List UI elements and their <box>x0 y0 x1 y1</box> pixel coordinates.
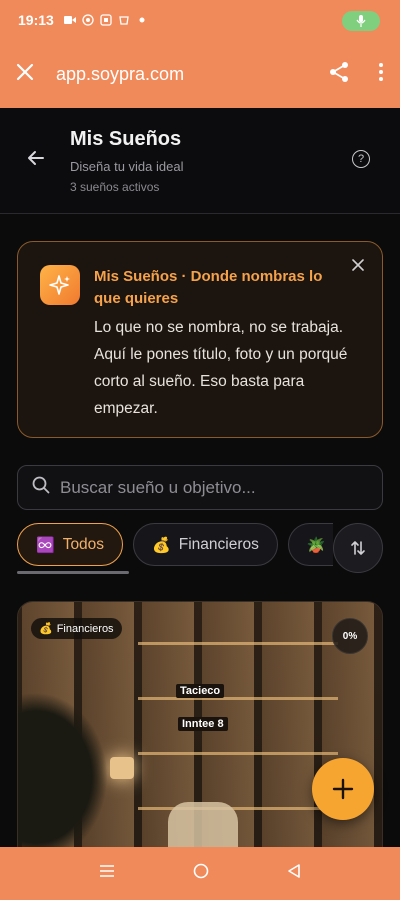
filter-chip-todos[interactable]: ♾️ Todos <box>17 523 124 566</box>
mic-icon <box>356 15 366 27</box>
sort-icon <box>351 541 365 555</box>
filter-chips: ♾️ Todos 💰 Financieros 🪴 <box>17 523 333 569</box>
sim-icon <box>100 14 112 26</box>
chip-label: Todos <box>62 535 105 553</box>
home-icon[interactable] <box>193 863 209 884</box>
sort-button[interactable] <box>333 523 383 573</box>
header-titles: Mis Sueños Diseña tu vida ideal 3 sueños… <box>70 128 183 194</box>
category-label: Financieros <box>56 622 114 635</box>
close-icon[interactable] <box>16 63 34 86</box>
info-card: Mis Sueños · Donde nombras lo que quiere… <box>17 241 383 438</box>
back-arrow-icon[interactable] <box>26 148 46 173</box>
status-bar: 19:13 <box>0 0 400 40</box>
image-sign: Inntee 8 <box>178 717 228 731</box>
url-text[interactable]: app.soypra.com <box>56 64 184 85</box>
system-nav-bar <box>0 847 400 900</box>
chip-label: Financieros <box>178 535 259 553</box>
progress-value: 0% <box>342 630 358 642</box>
money-bag-icon: 💰 <box>152 536 171 554</box>
sparkle-icon <box>40 265 80 305</box>
money-bag-icon: 💰 <box>39 623 53 635</box>
search-box[interactable] <box>17 465 383 510</box>
search-icon <box>32 476 50 499</box>
help-icon[interactable]: ? <box>352 150 370 168</box>
shopping-icon <box>118 14 130 26</box>
dot-icon <box>136 14 148 26</box>
filter-scroll-indicator <box>17 571 129 574</box>
filter-chip-more[interactable]: 🪴 <box>287 523 333 566</box>
more-menu-icon[interactable] <box>378 62 384 87</box>
close-info-icon[interactable] <box>352 258 364 276</box>
add-dream-button[interactable] <box>312 758 374 820</box>
plus-icon <box>332 778 354 800</box>
status-icons <box>63 14 148 26</box>
app-header: Mis Sueños Diseña tu vida ideal 3 sueños… <box>0 108 400 214</box>
infinity-icon: ♾️ <box>36 536 55 554</box>
plant-icon: 🪴 <box>306 536 326 554</box>
filter-chip-financieros[interactable]: 💰 Financieros <box>133 523 278 566</box>
info-title: Mis Sueños · Donde nombras lo que quiere… <box>94 268 323 307</box>
video-icon <box>63 14 76 26</box>
share-icon[interactable] <box>328 61 350 88</box>
info-body: Lo que no se nombra, no se trabaja. Aquí… <box>94 319 348 417</box>
whatsapp-icon <box>82 14 94 26</box>
page-title: Mis Sueños <box>70 128 182 150</box>
back-nav-icon[interactable] <box>287 863 301 884</box>
page-subtitle: Diseña tu vida ideal <box>70 159 184 174</box>
progress-badge: 0% <box>332 618 368 654</box>
recents-icon[interactable] <box>99 864 115 883</box>
search-input[interactable] <box>60 477 360 498</box>
browser-toolbar: app.soypra.com <box>0 40 400 108</box>
active-count: 3 sueños activos <box>70 180 160 194</box>
status-time: 19:13 <box>18 12 54 28</box>
image-sign: Tacieco <box>176 684 225 698</box>
mic-indicator[interactable] <box>342 11 380 31</box>
category-badge: 💰 Financieros <box>31 618 122 639</box>
